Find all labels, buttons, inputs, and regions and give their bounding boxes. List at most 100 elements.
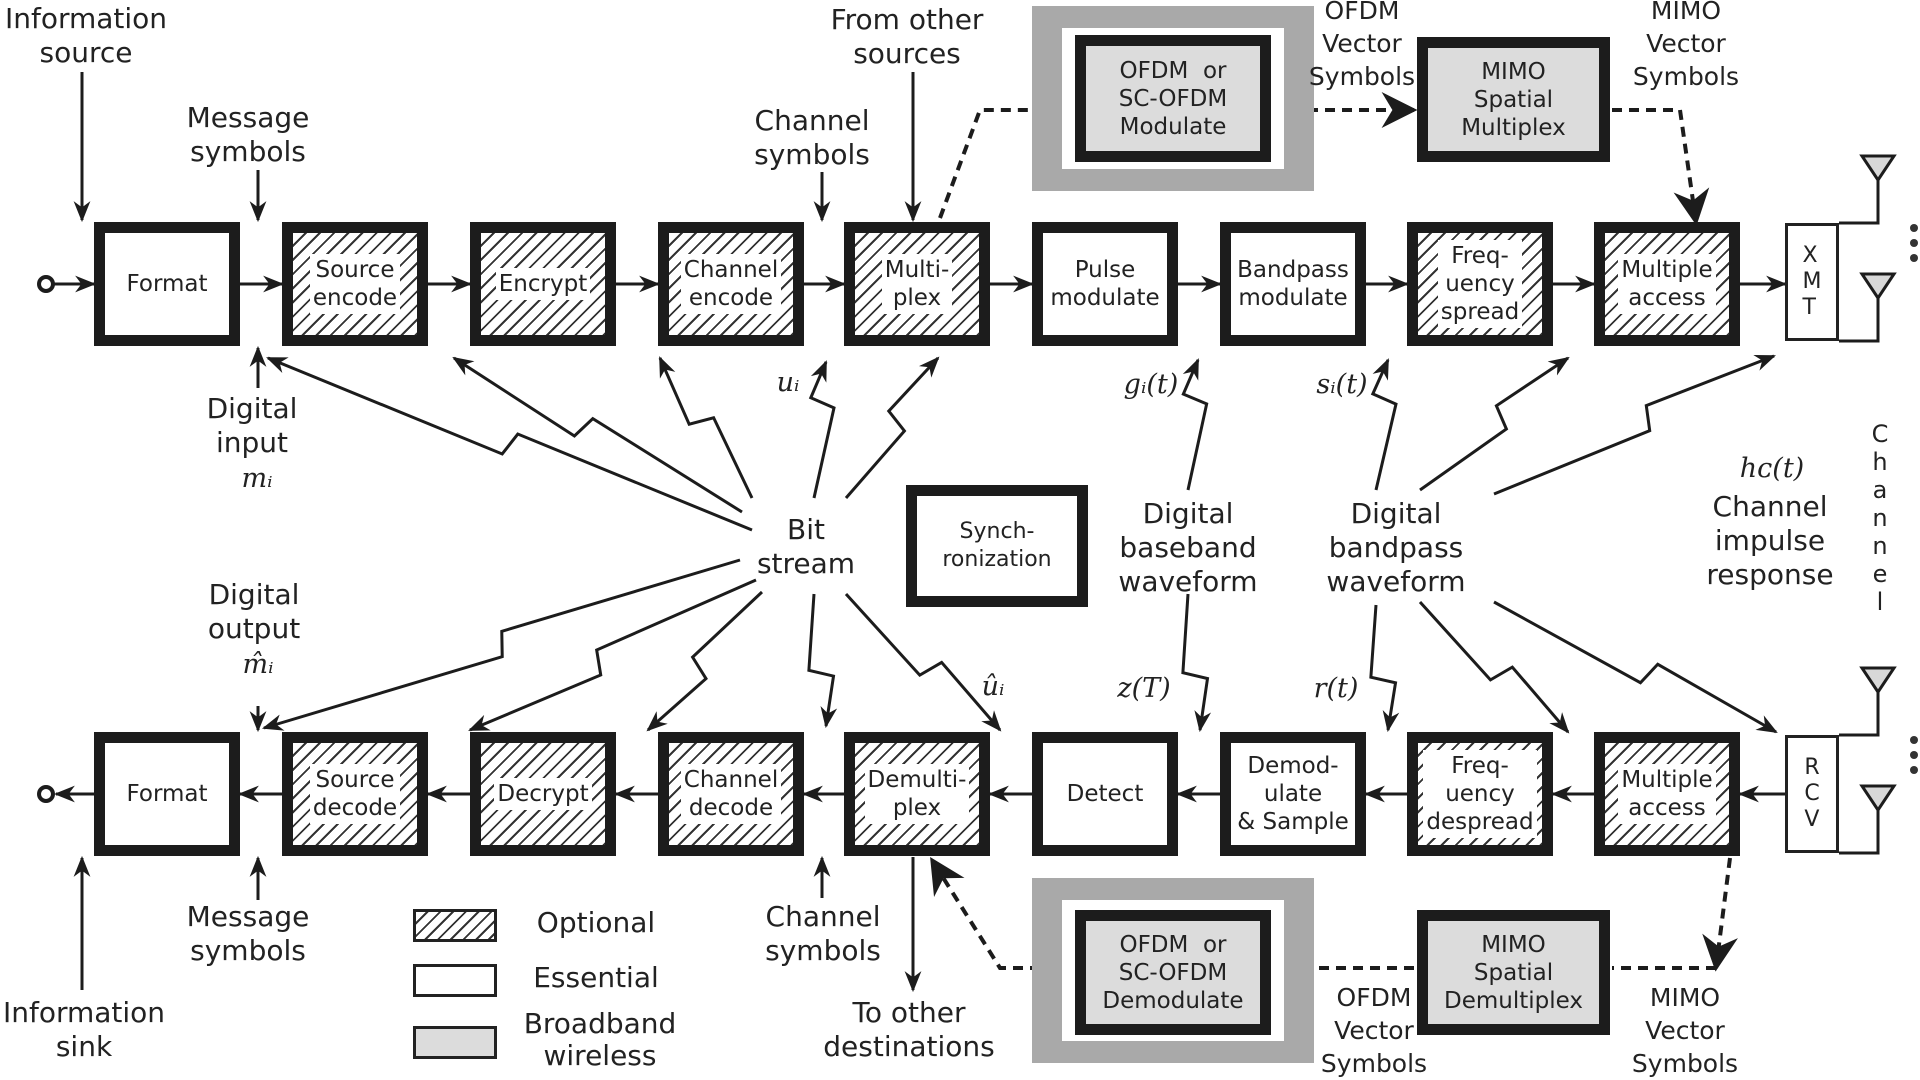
- u-i-label: uᵢ: [776, 367, 800, 398]
- s-i-t-label: sᵢ(t): [1316, 369, 1368, 400]
- rx-block-label: Freq- uency despread: [1423, 750, 1537, 838]
- rx-block-label: Demulti- plex: [864, 764, 970, 824]
- tx-ofdm-modulate-block[interactable]: OFDM or SC-OFDM Modulate: [1075, 35, 1271, 162]
- tx-block-label: Channel encode: [680, 254, 782, 314]
- channel-impulse-response-label: Channel impulse response: [1706, 490, 1834, 591]
- tx-block-label: Bandpass modulate: [1237, 257, 1349, 311]
- rx-block-label: Multiple access: [1618, 764, 1716, 824]
- tx-antenna-2-icon: [1859, 272, 1897, 301]
- information-source-label: Information source: [4, 2, 168, 69]
- legend-optional-label: Optional: [536, 906, 656, 939]
- rx-block-label: Demod- ulate & Sample: [1237, 753, 1349, 835]
- rx-block-demulti-plex[interactable]: Demulti- plex: [844, 732, 990, 856]
- rx-block-label: Source decode: [309, 764, 401, 824]
- output-terminal-icon: [37, 785, 55, 803]
- z-T-label: z(T): [1117, 673, 1171, 704]
- tx-block-multiple-access[interactable]: Multiple access: [1594, 222, 1740, 346]
- dash-to-multiple-access: [1612, 108, 1710, 226]
- rx-more-antennas-dot-icon: [1910, 766, 1918, 774]
- rx-block-channel-decode[interactable]: Channel decode: [658, 732, 804, 856]
- rx-antenna-2-icon: [1859, 784, 1897, 813]
- mimo-vector-symbols-top-label: MIMO Vector Symbols: [1632, 0, 1740, 91]
- ofdm-vector-symbols-bottom-label: OFDM Vector Symbols: [1320, 983, 1428, 1078]
- tx-block-source-encode[interactable]: Source encode: [282, 222, 428, 346]
- bolt-gi-t: [1181, 358, 1209, 491]
- legend-broadband-label: Broadband wireless: [523, 1007, 677, 1072]
- bolt-to-channel-encode: [658, 356, 754, 499]
- to-other-destinations-label: To other destinations: [823, 996, 995, 1063]
- tx-block-pulse-modulate[interactable]: Pulse modulate: [1032, 222, 1178, 346]
- tx-block-label: Pulse modulate: [1050, 257, 1160, 311]
- input-terminal-icon: [37, 275, 55, 293]
- xmt-block[interactable]: X M T: [1785, 223, 1839, 341]
- rx-block-label: Decrypt: [494, 778, 592, 810]
- ofdm-vector-symbols-top-label: OFDM Vector Symbols: [1308, 0, 1416, 91]
- rx-block-label: Channel decode: [680, 764, 782, 824]
- bolt-to-demultiplex: [844, 592, 1002, 732]
- tx-more-antennas-dot-icon: [1910, 239, 1918, 247]
- digital-bandpass-waveform-label: Digital bandpass waveform: [1326, 497, 1466, 598]
- rx-more-antennas-dot-icon: [1910, 736, 1918, 744]
- tx-antenna-feed-1: [1839, 180, 1880, 225]
- rx-more-antennas-dot-icon: [1910, 751, 1918, 759]
- rx-block-format[interactable]: Format: [94, 732, 240, 856]
- digital-input-label: Digital input: [206, 392, 298, 459]
- dash-to-mimo-demux-out: [1702, 857, 1738, 972]
- bolt-to-source-encode: [266, 356, 753, 532]
- tx-block-format[interactable]: Format: [94, 222, 240, 346]
- rx-block-label: Detect: [1066, 781, 1144, 807]
- bolt-to-encrypt: [452, 356, 743, 514]
- legend-essential-swatch: [413, 964, 497, 997]
- channel-symbols-bottom-label: Channel symbols: [765, 900, 881, 967]
- bolt-to-multiplex: [844, 356, 940, 499]
- rx-block-label: Format: [126, 781, 208, 807]
- legend-essential-label: Essential: [533, 961, 659, 994]
- u-hat-i-label: ûᵢ: [981, 671, 1005, 702]
- tx-block-label: Multiple access: [1618, 254, 1716, 314]
- rx-block-detect[interactable]: Detect: [1032, 732, 1178, 856]
- from-other-sources-label: From other sources: [830, 3, 984, 70]
- channel-vertical-label: Channel: [1871, 420, 1889, 616]
- rx-antenna-feed-2: [1839, 810, 1880, 855]
- rx-block-decrypt[interactable]: Decrypt: [470, 732, 616, 856]
- tx-block-label: Source encode: [309, 254, 401, 314]
- tx-block-label: Freq- uency spread: [1437, 240, 1523, 328]
- tx-block-bandpass-modulate[interactable]: Bandpass modulate: [1220, 222, 1366, 346]
- tx-block-label: Format: [126, 271, 208, 297]
- message-symbols-bottom-label: Message symbols: [186, 900, 310, 967]
- tx-more-antennas-dot-icon: [1910, 254, 1918, 262]
- channel-symbols-top-label: Channel symbols: [754, 104, 870, 171]
- rx-ofdm-demodulate-block[interactable]: OFDM or SC-OFDM Demodulate: [1075, 910, 1271, 1035]
- tx-mimo-spatial-multiplex-block[interactable]: MIMO Spatial Multiplex: [1417, 37, 1610, 162]
- g-i-t-label: gᵢ(t): [1123, 369, 1179, 400]
- tx-more-antennas-dot-icon: [1910, 224, 1918, 232]
- bolt-to-source-decode: [468, 578, 757, 732]
- tx-block-freq-uency-spread[interactable]: Freq- uency spread: [1407, 222, 1553, 346]
- bolt-to-freq-despread: [1418, 600, 1570, 734]
- rx-block-demod-ulate-sample[interactable]: Demod- ulate & Sample: [1220, 732, 1366, 856]
- message-symbols-top-label: Message symbols: [186, 101, 310, 168]
- information-sink-label: Information sink: [2, 996, 166, 1063]
- comm-system-diagram: OFDM or SC-OFDM Modulate MIMO Spatial Mu…: [0, 0, 1920, 1080]
- legend-optional-swatch: [413, 909, 497, 942]
- bit-stream-label: Bit stream: [756, 513, 856, 580]
- digital-baseband-waveform-label: Digital baseband waveform: [1118, 497, 1258, 598]
- bolt-si-t: [1370, 358, 1398, 491]
- bolt-to-rcv: [1493, 600, 1778, 734]
- rx-block-multiple-access[interactable]: Multiple access: [1594, 732, 1740, 856]
- bolt-r-t: [1369, 604, 1400, 733]
- h-c-t-label: hᴄ(t): [1739, 453, 1805, 484]
- tx-block-encrypt[interactable]: Encrypt: [470, 222, 616, 346]
- rx-block-source-decode[interactable]: Source decode: [282, 732, 428, 856]
- synchronization-block[interactable]: Synch- ronization: [906, 485, 1088, 607]
- bolt-to-digital-output: [261, 558, 741, 731]
- rcv-block[interactable]: R C V: [1785, 735, 1839, 853]
- rx-mimo-spatial-demultiplex-block[interactable]: MIMO Spatial Demultiplex: [1417, 910, 1610, 1035]
- rx-block-freq-uency-despread[interactable]: Freq- uency despread: [1407, 732, 1553, 856]
- tx-block-multi-plex[interactable]: Multi- plex: [844, 222, 990, 346]
- rx-antenna-feed-1: [1839, 692, 1880, 737]
- m-hat-i-label: m̂ᵢ: [242, 649, 274, 680]
- tx-block-channel-encode[interactable]: Channel encode: [658, 222, 804, 346]
- tx-antenna-1-icon: [1859, 154, 1897, 183]
- tx-block-label: Encrypt: [495, 268, 591, 300]
